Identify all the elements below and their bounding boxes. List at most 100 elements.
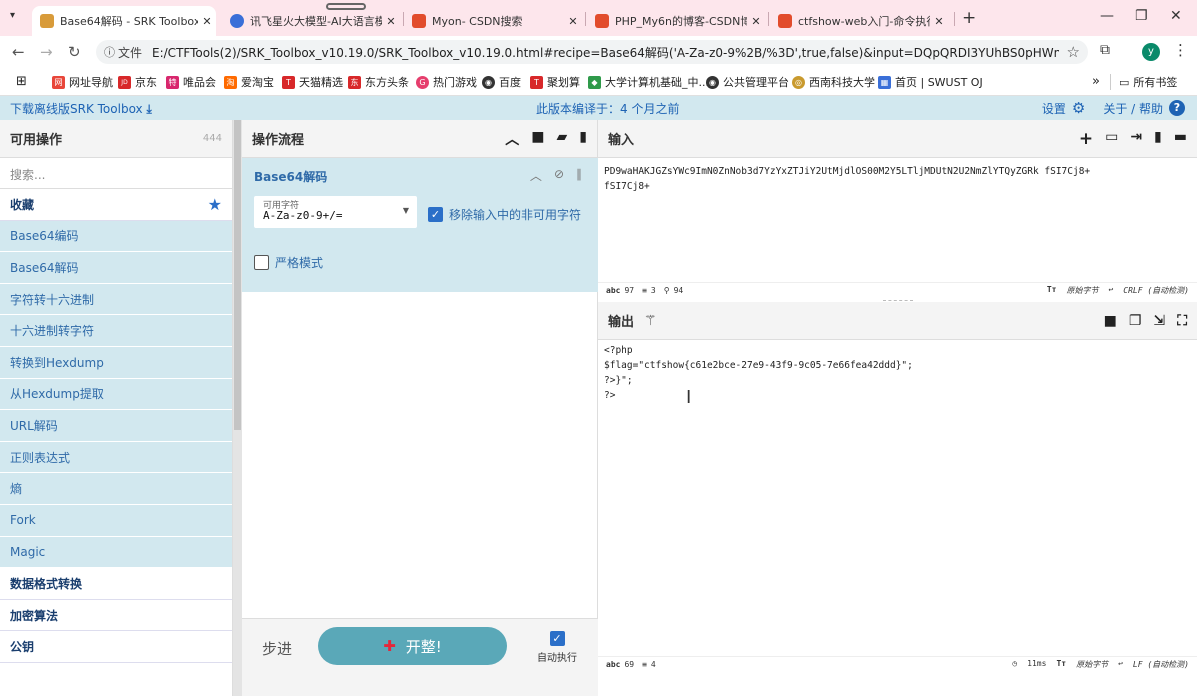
tab-close-icon[interactable]: ✕ <box>564 15 582 28</box>
operations-scrollbar[interactable] <box>233 120 242 696</box>
close-window-icon[interactable]: ✕ <box>1170 8 1182 24</box>
operation-item[interactable]: 从Hexdump提取 <box>0 378 232 411</box>
tab-close-icon[interactable]: ✕ <box>198 15 216 28</box>
apps-grid-icon[interactable]: ⊞ <box>16 74 27 89</box>
operation-item[interactable]: Base64解码 <box>0 252 232 284</box>
replace-input-icon[interactable]: ⇲ <box>1153 313 1165 329</box>
resize-grip[interactable] <box>883 300 913 301</box>
auto-bake-checkbox[interactable]: ✓ 自动执行 <box>532 631 582 664</box>
bookmark-item[interactable]: 特唯品会 <box>166 74 216 90</box>
chevron-up-icon[interactable]: ︿ <box>530 167 542 184</box>
bookmark-item[interactable]: ◉ 公共管理平台 <box>706 74 789 90</box>
magic-wand-icon[interactable]: ⚚ <box>644 313 657 329</box>
output-eol[interactable]: LF (自动检测) <box>1133 659 1189 670</box>
step-button[interactable]: 步进 <box>262 638 292 659</box>
all-bookmarks-button[interactable]: ▭ 所有书签 <box>1110 74 1177 90</box>
forward-arrow-icon[interactable]: → <box>40 43 53 61</box>
reload-icon[interactable]: ↻ <box>68 43 81 61</box>
input-eol[interactable]: CRLF (自动检测) <box>1123 285 1189 296</box>
folder-icon: ▭ <box>1119 75 1130 89</box>
strict-mode-checkbox[interactable]: 严格模式 <box>254 254 323 271</box>
maximize-icon[interactable]: ⛶ <box>1177 313 1187 329</box>
tab-close-icon[interactable]: ✕ <box>747 15 765 28</box>
bookmark-item[interactable]: ◎ 西南科技大学 <box>792 74 875 90</box>
about-help-link[interactable]: 关于 / 帮助 <box>1103 100 1163 117</box>
browser-menu-icon[interactable]: ⋮ <box>1173 41 1188 59</box>
bookmark-star-icon[interactable]: ☆ <box>1067 43 1080 61</box>
bookmark-item[interactable]: T 天猫精选 <box>282 74 343 90</box>
save-icon[interactable]: ■ <box>1104 313 1117 329</box>
profile-avatar[interactable]: y <box>1142 43 1160 61</box>
operation-item[interactable]: 熵 <box>0 473 232 505</box>
folder-icon[interactable]: ▰ <box>557 129 568 149</box>
scrollbar-thumb[interactable] <box>234 120 241 430</box>
tab-close-icon[interactable]: ✕ <box>382 15 400 28</box>
operation-item[interactable]: Magic <box>0 536 232 569</box>
bookmark-favicon-icon: G <box>416 75 429 89</box>
bookmark-item[interactable]: ◉ 百度 <box>482 74 521 90</box>
more-bookmarks-icon[interactable]: » <box>1092 74 1100 89</box>
open-file-icon[interactable]: ⇥ <box>1130 129 1142 149</box>
layout-icon[interactable]: ▬ <box>1174 129 1187 149</box>
bookmark-item[interactable]: G 热门游戏 <box>416 74 477 90</box>
input-encoding[interactable]: 原始字节 <box>1066 285 1098 296</box>
category-label: 收藏 <box>10 197 35 212</box>
browser-tab[interactable]: 讯飞星火大模型-AI大语言模型 ✕ <box>222 6 400 36</box>
restore-icon[interactable]: ❐ <box>1135 8 1148 24</box>
bookmark-item[interactable]: ◆ 大学计算机基础_中... <box>588 74 709 90</box>
new-tab-button[interactable]: + <box>962 8 976 28</box>
back-arrow-icon[interactable]: ← <box>12 43 25 61</box>
tab-close-icon[interactable]: ✕ <box>930 15 948 28</box>
bookmark-item[interactable]: JD 京东 <box>118 74 157 90</box>
operations-search-input[interactable]: 搜索... <box>0 158 232 189</box>
download-offline-link[interactable]: 下载离线版SRK Toolbox ⤓ <box>10 100 152 117</box>
pause-icon[interactable]: ∥ <box>576 167 582 184</box>
category-data-format[interactable]: 数据格式转换 <box>0 568 232 600</box>
tab-search-chevron-icon[interactable]: ▾ <box>10 10 15 21</box>
gear-icon[interactable]: ⚙ <box>1072 99 1085 117</box>
save-icon[interactable]: ■ <box>531 129 544 149</box>
browser-tab[interactable]: ctfshow-web入门-命令执行 ✕ <box>770 6 948 36</box>
collapse-chevron-up-icon[interactable]: ︿ <box>505 129 519 149</box>
output-encoding[interactable]: 原始字节 <box>1076 659 1108 670</box>
operation-item[interactable]: Base64编码 <box>0 220 232 253</box>
bookmark-item[interactable]: 网网址导航 <box>52 74 113 90</box>
browser-tab[interactable]: Myon- CSDN搜索 ✕ <box>404 6 582 36</box>
recipe-footer: 步进 ✚ 开整! ✓ 自动执行 <box>242 618 598 696</box>
bookmark-item[interactable]: ▦ 首页 | SWUST OJ <box>878 74 983 90</box>
bookmark-item[interactable]: 东东方头条 <box>348 74 409 90</box>
operation-item[interactable]: Fork <box>0 504 232 537</box>
operation-item[interactable]: URL解码 <box>0 410 232 442</box>
remove-nonalpha-checkbox[interactable]: ✓ 移除输入中的非可用字符 <box>428 206 581 223</box>
browser-tab-active[interactable]: Base64解码 - SRK Toolbox ✕ <box>32 6 216 36</box>
operation-item[interactable]: 转换到Hexdump <box>0 346 232 379</box>
operation-item[interactable]: 十六进制转字符 <box>0 315 232 347</box>
settings-link[interactable]: 设置 <box>1042 100 1066 117</box>
bookmark-item[interactable]: T 聚划算 <box>530 74 580 90</box>
input-textarea[interactable]: PD9waHAKJGZsYWc9ImN0ZnNob3d7YzYxZTJiY2Ut… <box>598 158 1197 279</box>
address-bar[interactable]: ⓘ 文件 E:/CTFTools(2)/SRK_Toolbox_v10.19.0… <box>96 40 1088 64</box>
open-folder-icon[interactable]: ▭ <box>1105 129 1118 149</box>
bake-button[interactable]: ✚ 开整! <box>318 627 507 665</box>
browser-tab[interactable]: PHP_My6n的博客-CSDN博客 ✕ <box>587 6 765 36</box>
help-question-icon[interactable]: ? <box>1169 100 1185 116</box>
recipe-operation-base64-decode[interactable]: Base64解码 ︿ ⊘ ∥ 可用字符 A-Za-z0-9+/= ▼ ✓ 移除输… <box>242 158 598 292</box>
minimize-icon[interactable]: — <box>1100 8 1114 24</box>
bookmark-item[interactable]: 淘爱淘宝 <box>224 74 274 90</box>
trash-icon[interactable]: ▮ <box>1154 129 1162 149</box>
operation-item[interactable]: 字符转十六进制 <box>0 283 232 316</box>
auto-bake-label: 自动执行 <box>537 653 577 664</box>
category-favorites[interactable]: 收藏 ★ <box>0 189 232 221</box>
url-text[interactable]: E:/CTFTools(2)/SRK_Toolbox_v10.19.0/SRK_… <box>152 44 1059 61</box>
operation-item[interactable]: 正则表达式 <box>0 441 232 474</box>
extensions-puzzle-icon[interactable]: ⧉ <box>1100 42 1110 58</box>
bookmark-label: 百度 <box>499 76 521 89</box>
add-tab-icon[interactable]: + <box>1079 129 1093 149</box>
site-info-icon[interactable]: ⓘ <box>104 44 115 60</box>
disable-icon[interactable]: ⊘ <box>554 167 564 184</box>
alphabet-select[interactable]: 可用字符 A-Za-z0-9+/= ▼ <box>254 196 417 228</box>
trash-icon[interactable]: ▮ <box>579 129 587 149</box>
category-public-key[interactable]: 公钥 <box>0 631 232 663</box>
category-encryption[interactable]: 加密算法 <box>0 599 232 632</box>
copy-icon[interactable]: ❐ <box>1129 313 1142 329</box>
